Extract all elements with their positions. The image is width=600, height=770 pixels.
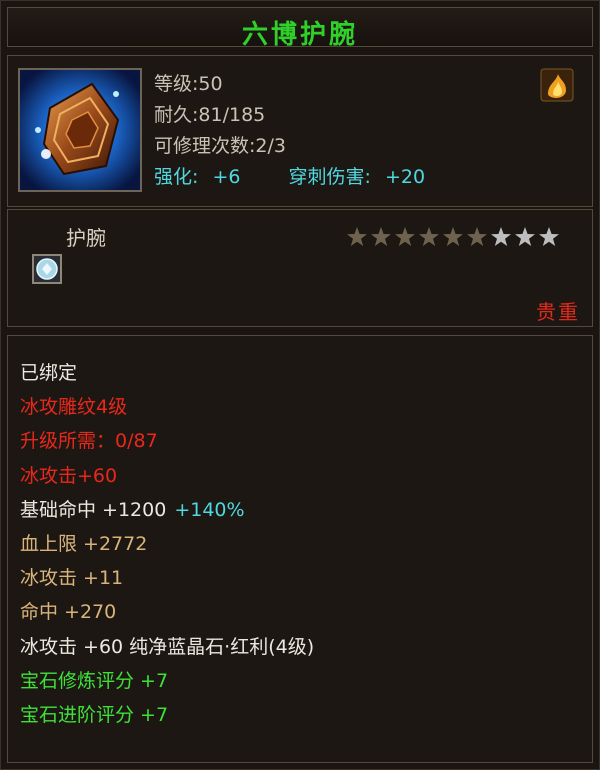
star-empty-icon (490, 226, 512, 248)
attribute-row: 宝石进阶评分 +7 (20, 703, 169, 726)
enhance-label: 强化: (154, 166, 199, 188)
star-filled-icon (418, 226, 440, 248)
rarity-label: 贵重 (536, 300, 580, 324)
attribute-row: 宝石修炼评分 +7 (20, 669, 169, 692)
item-level: 等级:50 (154, 73, 223, 95)
attribute-row: 升级所需：0/87 (20, 430, 158, 453)
attribute-row: 命中 +270 (20, 601, 117, 624)
attribute-label: 基础命中 +1200 (20, 498, 167, 521)
enhance-value: +6 (212, 166, 241, 188)
star-filled-icon (466, 226, 488, 248)
item-type: 护腕 (66, 226, 106, 250)
attribute-row: 基础命中 +1200 +140% (20, 493, 314, 527)
attribute-row: 冰攻击 +11 (20, 567, 124, 590)
star-empty-icon (514, 226, 536, 248)
attribute-bonus: +140% (174, 498, 245, 521)
flame-emblem-icon (540, 68, 574, 102)
crystal-gem-icon[interactable] (32, 254, 62, 284)
item-name: 六博护腕 (241, 20, 358, 50)
star-filled-icon (346, 226, 368, 248)
attribute-list: 已绑定冰攻雕纹4级升级所需：0/87 冰攻击+60 基础命中 +1200 +140% 血… (20, 356, 314, 732)
star-empty-icon (538, 226, 560, 248)
pierce-label: 穿刺伤害: (288, 166, 371, 188)
item-repair-count: 可修理次数:2/3 (154, 135, 286, 157)
attribute-row: 冰攻击+60 (20, 464, 118, 487)
star-filled-icon (370, 226, 392, 248)
attribute-row: 冰攻雕纹4级 (20, 396, 128, 419)
attribute-row: 血上限 +2772 (20, 532, 148, 555)
item-tooltip: 六博护腕 等级:50 耐久:81/185 可修理次数:2/3 强化: +6 穿刺… (0, 0, 600, 770)
item-durability: 耐久:81/185 (154, 104, 266, 126)
attribute-panel: 已绑定冰攻雕纹4级升级所需：0/87 冰攻击+60 基础命中 +1200 +140% 血… (7, 335, 593, 763)
star-rating (346, 226, 560, 248)
item-stats: 等级:50 耐久:81/185 可修理次数:2/3 强化: +6 穿刺伤害: +… (154, 69, 425, 193)
item-bonus-row: 强化: +6 穿刺伤害: +20 (154, 162, 425, 193)
attribute-row: 冰攻击 +60 纯净蓝晶石·红利(4级) (20, 635, 315, 658)
title-bar: 六博护腕 (7, 7, 593, 50)
item-type-panel: 护腕 贵重 (7, 209, 593, 327)
star-filled-icon (394, 226, 416, 248)
attribute-row: 已绑定 (20, 362, 78, 384)
star-filled-icon (442, 226, 464, 248)
bracer-item-icon[interactable] (18, 68, 142, 192)
item-header: 等级:50 耐久:81/185 可修理次数:2/3 强化: +6 穿刺伤害: +… (7, 55, 593, 207)
pierce-value: +20 (384, 166, 426, 188)
